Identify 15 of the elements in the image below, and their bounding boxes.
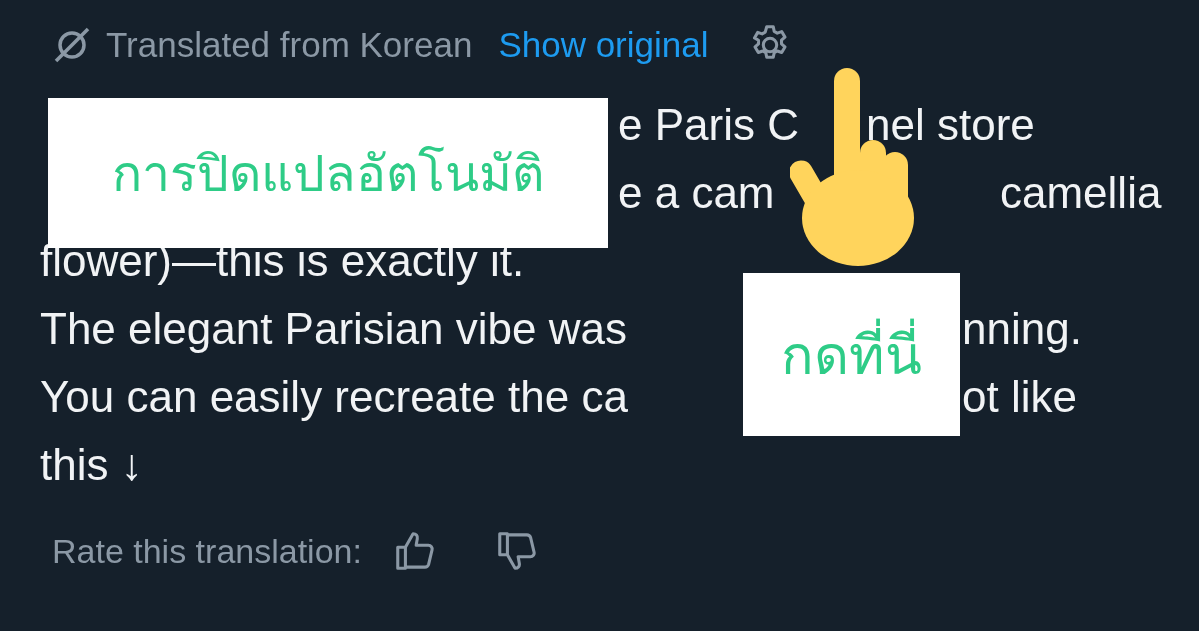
tweet-text: You can easily recreate the ca [40, 371, 628, 423]
tweet-text: The elegant Parisian vibe was [40, 303, 627, 355]
tweet-text: this ↓ [40, 439, 143, 491]
tweet-text: nning. [962, 303, 1082, 355]
callout-label: การปิดแปลอัตโนมัติ [48, 98, 608, 248]
tweet-text: camellia [1000, 167, 1162, 219]
tweet-text: e Paris C [618, 99, 799, 151]
tweet-text: nel store [866, 99, 1035, 151]
callout-label: กดที่นี่ [743, 273, 960, 436]
translation-status: Translated from Korean [106, 25, 473, 65]
translate-off-icon [52, 25, 92, 65]
show-original-link[interactable]: Show original [498, 25, 709, 65]
rate-translation-label: Rate this translation: [52, 531, 362, 571]
tweet-text: e a cam [618, 167, 775, 219]
tweet-text: ot like [962, 371, 1077, 423]
